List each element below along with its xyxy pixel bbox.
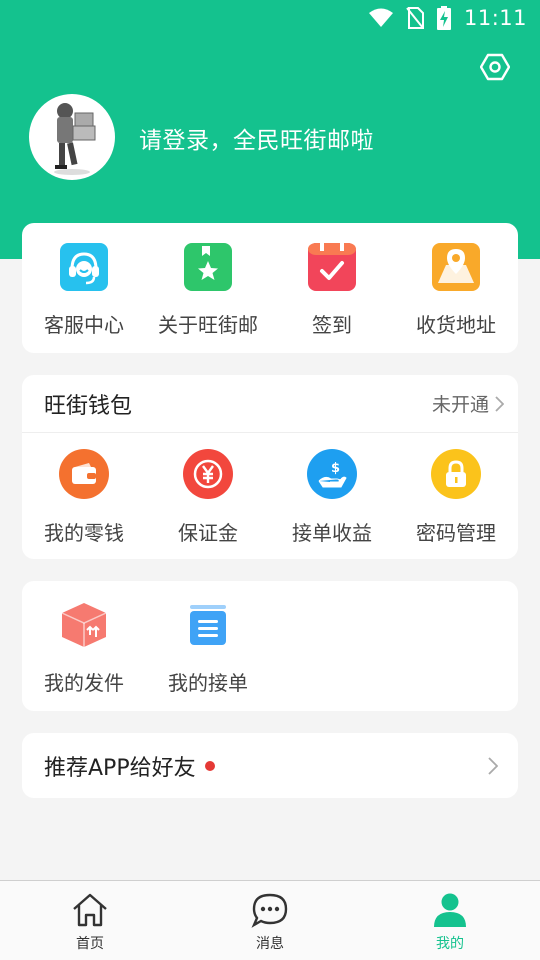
chevron-right-icon: [495, 395, 504, 412]
wallet-header[interactable]: 旺街钱包 未开通: [22, 375, 518, 433]
chevron-right-icon: [488, 756, 498, 775]
address-button[interactable]: 收货地址: [394, 243, 518, 338]
quick-action-label: 收货地址: [416, 313, 496, 337]
tab-home[interactable]: 首页: [0, 881, 180, 960]
login-prompt[interactable]: 请登录，全民旺街邮啦: [139, 121, 374, 155]
package-icon: [60, 601, 108, 649]
order-earnings-button[interactable]: $ 接单收益: [270, 449, 394, 546]
order-item-label: 我的发件: [44, 671, 124, 695]
settings-hexagon-icon: [480, 53, 510, 81]
check-in-button[interactable]: 签到: [270, 243, 394, 338]
no-sim-icon: [406, 7, 424, 29]
quick-action-label: 关于旺街邮: [158, 313, 258, 337]
user-icon: [431, 891, 469, 929]
about-button[interactable]: 关于旺街邮: [146, 243, 270, 338]
settings-button[interactable]: [478, 50, 512, 84]
battery-charging-icon: [436, 6, 451, 30]
hand-coin-icon: $: [307, 449, 357, 499]
wallet-item-label: 密码管理: [416, 521, 496, 545]
wallet-card: 旺街钱包 未开通 我的零钱 保证金 $ 接单收益 密码管理: [22, 375, 518, 559]
customer-service-button[interactable]: 客服中心: [22, 243, 146, 338]
quick-actions-card: 客服中心 关于旺街邮 签到 收货地址: [22, 223, 518, 353]
order-list-icon: [184, 601, 232, 649]
svg-text:$: $: [331, 461, 340, 476]
wallet-status-label: 未开通: [431, 394, 489, 416]
calendar-check-icon: [308, 243, 356, 291]
bottom-tab-bar: 首页 消息 我的: [0, 880, 540, 960]
wallet-item-label: 接单收益: [292, 521, 372, 545]
bookmark-star-icon: [184, 243, 232, 291]
status-time: 11:11: [463, 6, 527, 30]
password-manage-button[interactable]: 密码管理: [394, 449, 518, 546]
map-pin-icon: [432, 243, 480, 291]
my-change-button[interactable]: 我的零钱: [22, 449, 146, 546]
my-sent-button[interactable]: 我的发件: [22, 601, 146, 696]
my-accepted-button[interactable]: 我的接单: [146, 601, 270, 696]
notification-dot: [204, 760, 215, 771]
tab-label: 我的: [436, 936, 464, 952]
courier-avatar-icon: [54, 103, 96, 175]
lock-icon: [431, 449, 481, 499]
recommend-label: 推荐APP给好友: [44, 755, 196, 781]
status-bar: 11:11: [0, 0, 540, 36]
profile-header: 11:11 请登录，全民旺街邮啦: [0, 0, 540, 259]
wallet-title: 旺街钱包: [44, 393, 133, 419]
order-item-label: 我的接单: [168, 671, 248, 695]
wallet-item-label: 我的零钱: [44, 521, 124, 545]
recommend-card[interactable]: 推荐APP给好友: [22, 733, 518, 798]
tab-label: 消息: [256, 936, 284, 952]
wallet-icon: [59, 449, 109, 499]
wallet-status: 未开通: [432, 390, 504, 417]
deposit-button[interactable]: 保证金: [146, 449, 270, 546]
quick-action-label: 客服中心: [44, 313, 124, 337]
orders-card: 我的发件 我的接单: [22, 581, 518, 711]
yuan-icon: [183, 449, 233, 499]
avatar[interactable]: [29, 94, 115, 180]
tab-label: 首页: [76, 936, 104, 952]
wifi-icon: [368, 8, 393, 27]
tab-messages[interactable]: 消息: [180, 881, 360, 960]
home-icon: [71, 891, 109, 929]
headset-icon: [60, 243, 108, 291]
tab-mine[interactable]: 我的: [360, 881, 540, 960]
quick-action-label: 签到: [312, 313, 352, 337]
wallet-item-label: 保证金: [178, 521, 238, 545]
chat-icon: [251, 891, 289, 929]
